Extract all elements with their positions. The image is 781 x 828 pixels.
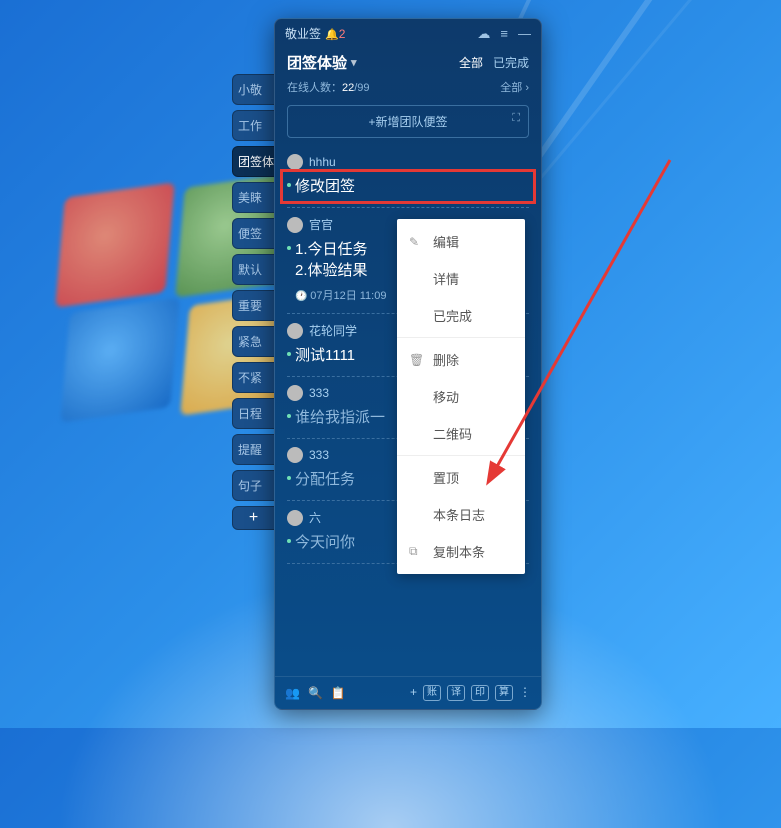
context-menu: ✎编辑详情已完成 🗑删除移动二维码置顶本条日志⧉复制本条 — [397, 219, 525, 574]
side-tab-1[interactable]: 工作 — [232, 110, 274, 141]
avatar — [287, 510, 303, 526]
notification-badge[interactable]: 2 — [325, 27, 345, 41]
ctx-复制本条[interactable]: ⧉复制本条 — [397, 533, 525, 570]
note-user: hhhu — [287, 154, 529, 170]
footer-right: + 账译印算 ⋮ — [410, 685, 531, 701]
ctx-编辑[interactable]: ✎编辑 — [397, 223, 525, 260]
footer-icon[interactable]: 📋 — [331, 686, 346, 700]
side-tab-2[interactable]: 团签体验 — [232, 146, 274, 177]
avatar — [287, 154, 303, 170]
scope-selector[interactable]: 全部 › — [500, 79, 529, 95]
side-tab-9[interactable]: 日程 — [232, 398, 274, 429]
side-tab-4[interactable]: 便签 — [232, 218, 274, 249]
footer-icon[interactable]: 👥 — [285, 686, 300, 700]
ctx-删除[interactable]: 🗑删除 — [397, 341, 525, 378]
footer-btn[interactable]: 账 — [423, 685, 441, 701]
side-tab-10[interactable]: 提醒 — [232, 434, 274, 465]
ctx-移动[interactable]: 移动 — [397, 378, 525, 415]
menu-icon[interactable]: ≡ — [500, 26, 508, 41]
footer-left: 👥 🔍 📋 — [285, 686, 354, 700]
side-tab-add[interactable]: + — [232, 506, 274, 530]
filter-tabs: 全部 已完成 — [459, 54, 529, 71]
minimize-icon[interactable]: — — [518, 26, 531, 41]
side-tab-8[interactable]: 不紧 — [232, 362, 274, 393]
app-name: 敬业签 — [285, 25, 321, 42]
add-note-button[interactable]: +新增团队便签 ⛶ — [287, 105, 529, 138]
expand-icon[interactable]: ⛶ — [512, 112, 520, 125]
side-tab-7[interactable]: 紧急 — [232, 326, 274, 357]
avatar — [287, 217, 303, 233]
footer-btn[interactable]: 印 — [471, 685, 489, 701]
chevron-down-icon[interactable]: ▾ — [351, 56, 357, 69]
sync-icon[interactable]: ☁ — [477, 26, 490, 42]
title-bar: 敬业签 2 ☁ ≡ — — [275, 19, 541, 48]
filter-done[interactable]: 已完成 — [493, 54, 529, 71]
side-tab-11[interactable]: 句子 — [232, 470, 274, 501]
sub-header: 团签体验 ▾ 全部 已完成 在线人数：22/99 全部 › — [275, 48, 541, 95]
avatar — [287, 385, 303, 401]
team-name: 团签体验 — [287, 52, 347, 73]
ctx-详情[interactable]: 详情 — [397, 260, 525, 297]
ctx-icon: ⧉ — [409, 544, 427, 559]
footer-btn[interactable]: 算 — [495, 685, 513, 701]
avatar — [287, 323, 303, 339]
note-content: 修改团签 — [287, 176, 529, 197]
note-item[interactable]: 修改团签 — [287, 170, 529, 208]
footer-icon[interactable]: 🔍 — [308, 686, 323, 700]
ctx-置顶[interactable]: 置顶 — [397, 459, 525, 496]
online-count: 在线人数：22/99 — [287, 79, 370, 95]
footer-btn[interactable]: 译 — [447, 685, 465, 701]
side-tab-5[interactable]: 默认 — [232, 254, 274, 285]
ctx-本条日志[interactable]: 本条日志 — [397, 496, 525, 533]
ctx-二维码[interactable]: 二维码 — [397, 415, 525, 452]
footer-btn[interactable]: ⋮ — [519, 685, 531, 701]
ctx-icon: 🗑 — [409, 353, 427, 367]
side-tab-0[interactable]: 小敬 — [232, 74, 274, 105]
ctx-已完成[interactable]: 已完成 — [397, 297, 525, 334]
ctx-icon: ✎ — [409, 235, 427, 249]
filter-all[interactable]: 全部 — [459, 54, 483, 71]
avatar — [287, 447, 303, 463]
footer-bar: 👥 🔍 📋 + 账译印算 ⋮ — [275, 676, 541, 709]
side-tabs: 小敬工作团签体验美睐便签默认重要紧急不紧日程提醒句子 + — [232, 74, 274, 535]
side-tab-6[interactable]: 重要 — [232, 290, 274, 321]
footer-btn[interactable]: + — [410, 685, 417, 701]
side-tab-3[interactable]: 美睐 — [232, 182, 274, 213]
